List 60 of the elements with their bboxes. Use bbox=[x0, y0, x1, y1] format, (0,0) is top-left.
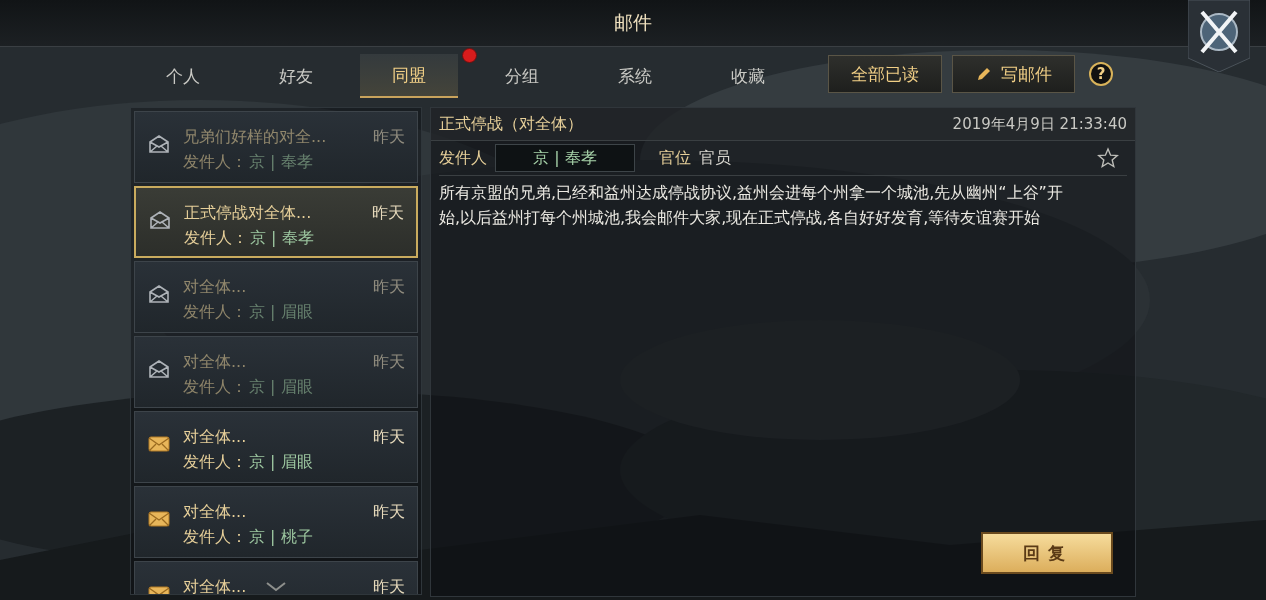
sender-name: 京 | 眉眼 bbox=[249, 376, 313, 398]
open-envelope-icon bbox=[148, 359, 170, 379]
mail-title: 兄弟们好样的对全... bbox=[183, 127, 327, 148]
tab[interactable]: 同盟 bbox=[360, 54, 458, 98]
tab[interactable]: 个人 bbox=[134, 54, 232, 98]
mail-time: 昨天 bbox=[372, 203, 404, 224]
tab[interactable]: 好友 bbox=[247, 54, 345, 98]
mail-item[interactable]: 对全体... 昨天 发件人：京 | 桃子 bbox=[134, 486, 418, 558]
sender-label: 发件人： bbox=[184, 227, 248, 249]
sender-name: 京 | 奉孝 bbox=[250, 227, 314, 249]
mail-body: 所有京盟的兄弟,已经和益州达成停战协议,益州会进每个州拿一个城池,先从幽州“上谷”开始,以后益州打每个州城池,我会邮件大家,现在正式停战,各自好好发育,等待友谊赛开始 bbox=[439, 182, 1064, 229]
mail-item[interactable]: 对全体... 昨天 发件人：京 | 眉眼 bbox=[134, 261, 418, 333]
sender-name: 京 | 眉眼 bbox=[249, 301, 313, 323]
sender-label: 发件人： bbox=[183, 151, 247, 173]
close-button[interactable] bbox=[1188, 0, 1250, 72]
mail-date: 2019年4月9日 21:33:40 bbox=[952, 114, 1127, 134]
open-envelope-icon bbox=[148, 284, 170, 304]
mail-title: 对全体... bbox=[183, 352, 247, 373]
sender-field: 京 | 奉孝 bbox=[495, 144, 635, 172]
sender-name: 京 | 桃子 bbox=[249, 526, 313, 548]
mail-title: 正式停战对全体... bbox=[184, 203, 312, 224]
rank-label: 官位 bbox=[659, 147, 691, 169]
star-icon[interactable] bbox=[1097, 147, 1119, 169]
mail-time: 昨天 bbox=[373, 577, 405, 594]
mail-time: 昨天 bbox=[373, 277, 405, 298]
envelope-icon bbox=[148, 435, 170, 453]
sender-name: 京 | 奉孝 bbox=[249, 151, 313, 173]
window-title: 邮件 bbox=[614, 10, 652, 35]
mail-item[interactable]: 对全体... 昨天 发件人：京 | 眉眼 bbox=[134, 411, 418, 483]
compose-button[interactable]: 写邮件 bbox=[952, 55, 1075, 93]
mail-title: 对全体... bbox=[183, 427, 247, 448]
pencil-icon bbox=[975, 65, 993, 83]
sender-name: 京 | 眉眼 bbox=[249, 451, 313, 473]
mail-time: 昨天 bbox=[373, 352, 405, 373]
tab[interactable]: 分组 bbox=[473, 54, 571, 98]
mail-title: 对全体... bbox=[183, 277, 247, 298]
sender-label: 发件人： bbox=[183, 526, 247, 548]
sender-label: 发件人： bbox=[183, 376, 247, 398]
tab[interactable]: 系统 bbox=[586, 54, 684, 98]
scroll-down-icon[interactable] bbox=[265, 582, 287, 592]
mail-item[interactable]: 对全体... 昨天 发件人：京 | 眉眼 bbox=[134, 336, 418, 408]
mail-title: 对全体... bbox=[183, 577, 247, 594]
sender-label: 发件人： bbox=[183, 301, 247, 323]
sender-label: 发件人 bbox=[439, 147, 487, 169]
mail-item[interactable]: 兄弟们好样的对全... 昨天 发件人：京 | 奉孝 bbox=[134, 111, 418, 183]
open-envelope-icon bbox=[148, 134, 170, 154]
mail-item[interactable]: 对全体... 昨天 bbox=[134, 561, 418, 594]
rank-value: 官员 bbox=[699, 147, 731, 169]
mail-item[interactable]: 正式停战对全体... 昨天 发件人：京 | 奉孝 bbox=[134, 186, 418, 258]
mail-time: 昨天 bbox=[373, 502, 405, 523]
envelope-icon bbox=[148, 510, 170, 528]
mail-time: 昨天 bbox=[373, 127, 405, 148]
mark-all-read-button[interactable]: 全部已读 bbox=[828, 55, 942, 93]
tab[interactable]: 收藏 bbox=[699, 54, 797, 98]
mail-subject: 正式停战（对全体） bbox=[439, 113, 583, 135]
mail-time: 昨天 bbox=[373, 427, 405, 448]
sender-label: 发件人： bbox=[183, 451, 247, 473]
mail-title: 对全体... bbox=[183, 502, 247, 523]
reply-button[interactable]: 回复 bbox=[981, 532, 1113, 574]
open-envelope-icon bbox=[149, 210, 171, 230]
